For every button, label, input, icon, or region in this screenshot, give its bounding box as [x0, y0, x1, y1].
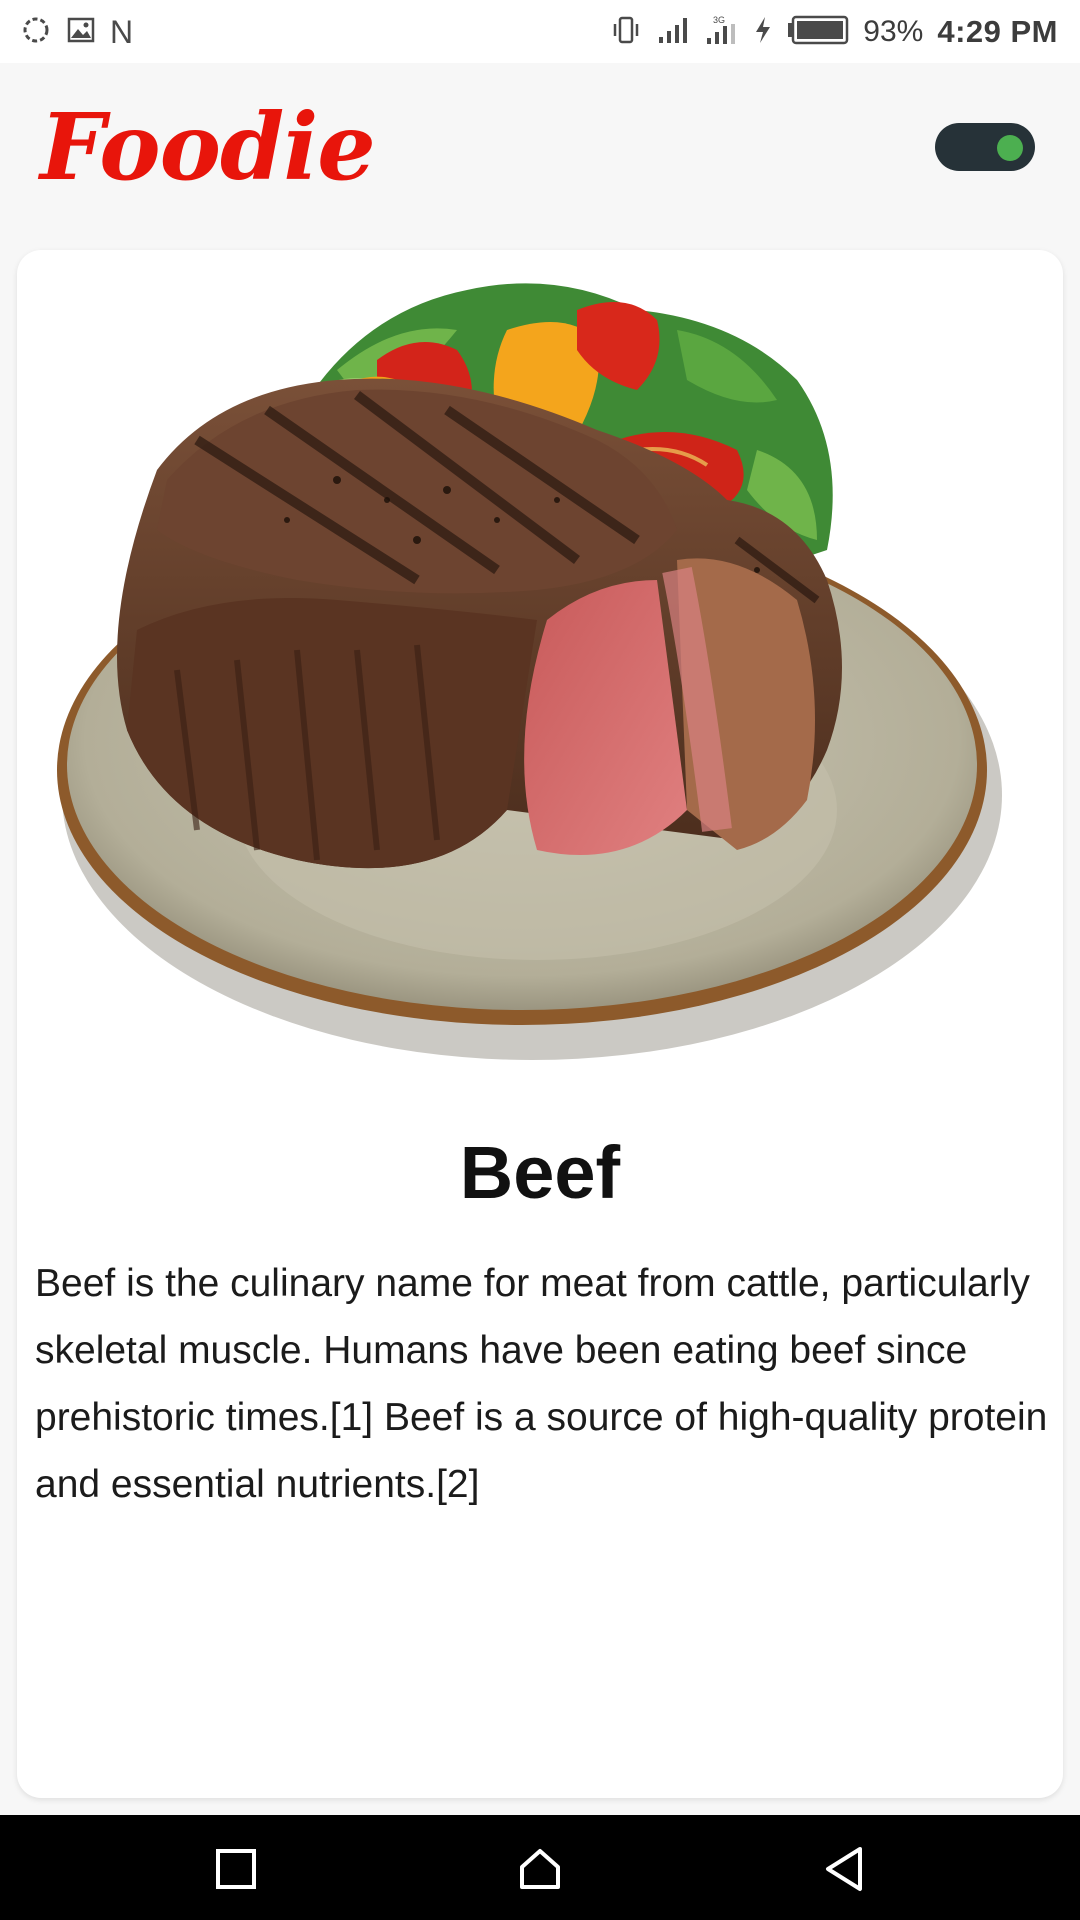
- battery-icon: [787, 15, 849, 49]
- food-title: Beef: [459, 1131, 621, 1214]
- sync-icon: [20, 14, 52, 50]
- image-icon: [66, 15, 96, 49]
- food-description: Beef is the culinary name for meat from …: [35, 1262, 1048, 1506]
- recents-icon[interactable]: [206, 1839, 266, 1899]
- theme-toggle[interactable]: [935, 123, 1035, 171]
- toggle-knob: [997, 135, 1023, 161]
- app-title: Foodie: [40, 93, 376, 201]
- status-left: N: [20, 12, 133, 52]
- vibrate-icon: [609, 13, 643, 51]
- battery-percent: 93%: [863, 15, 924, 48]
- status-bar: N 3G 93% 4:29 PM: [0, 0, 1080, 63]
- charging-icon: [753, 15, 773, 49]
- svg-text:3G: 3G: [713, 15, 725, 25]
- app-bar: Foodie: [0, 63, 1080, 247]
- status-right: 3G 93% 4:29 PM: [609, 12, 1058, 52]
- signal-icon: [657, 15, 691, 49]
- carrier-letter: N: [110, 13, 134, 50]
- food-card[interactable]: Beef Beef is the culinary name for meat …: [17, 250, 1063, 1798]
- home-icon[interactable]: [510, 1839, 570, 1899]
- beef-steak-image: [57, 283, 1002, 1060]
- navigation-bar: [0, 1815, 1080, 1920]
- back-icon[interactable]: [814, 1839, 874, 1899]
- signal-3g-icon: 3G: [705, 14, 739, 50]
- clock: 4:29 PM: [937, 14, 1058, 49]
